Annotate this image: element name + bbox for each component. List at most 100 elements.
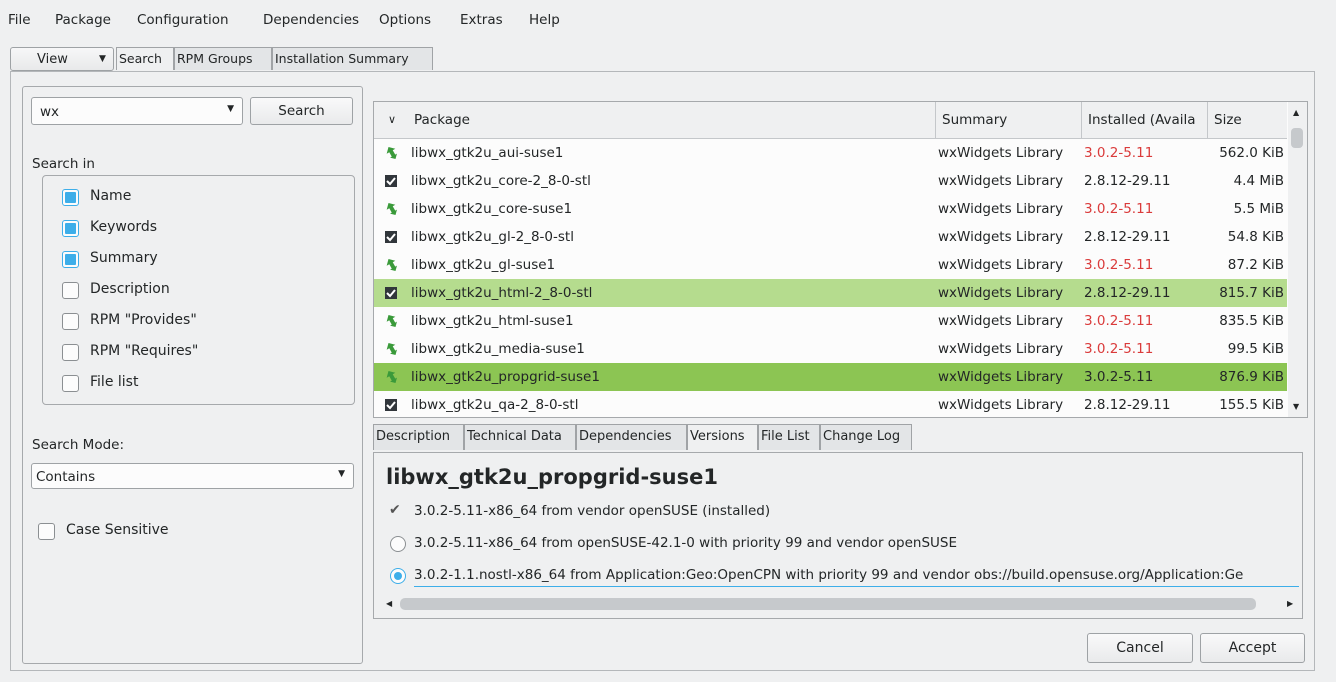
view-button[interactable]: View ▼ <box>10 47 114 71</box>
chevron-down-icon[interactable]: ∨ <box>374 102 408 138</box>
menu-configuration[interactable]: Configuration <box>137 12 229 28</box>
menu-extras[interactable]: Extras <box>460 12 503 28</box>
update-icon[interactable] <box>384 139 404 167</box>
table-row[interactable]: libwx_gtk2u_propgrid-suse1 wxWidgets Libr… <box>374 363 1287 391</box>
size-cell: 99.5 KiB <box>1227 341 1284 357</box>
table-row[interactable]: libwx_gtk2u_gl-2_8-0-stl wxWidgets Librar… <box>374 223 1287 251</box>
search-mode-label: Search Mode: <box>32 437 125 453</box>
accept-button[interactable]: Accept <box>1200 633 1305 663</box>
installed-version-cell: 3.0.2-5.11 <box>1084 201 1154 217</box>
package-name-cell: libwx_gtk2u_core-suse1 <box>411 201 573 217</box>
table-row[interactable]: libwx_gtk2u_gl-suse1 wxWidgets Library 3.0… <box>374 251 1287 279</box>
checkbox-rpm-requires-label: RPM "Requires" <box>90 343 199 359</box>
package-name-cell: libwx_gtk2u_propgrid-suse1 <box>411 369 600 385</box>
column-header-summary[interactable]: Summary <box>935 102 1081 138</box>
installed-version-cell: 3.0.2-5.11 <box>1084 257 1154 273</box>
cancel-button[interactable]: Cancel <box>1087 633 1193 663</box>
package-table: ∨ Package Summary Installed (Availa Size… <box>373 101 1308 418</box>
scroll-up-icon[interactable]: ▲ <box>1293 108 1299 117</box>
table-row[interactable]: libwx_gtk2u_qa-2_8-0-stl wxWidgets Librar… <box>374 391 1287 417</box>
update-icon[interactable] <box>384 195 404 223</box>
chevron-down-icon: ▼ <box>99 54 106 64</box>
installed-version-cell: 3.0.2-5.11 <box>1084 145 1154 161</box>
scroll-right-icon[interactable]: ▶ <box>1287 599 1293 608</box>
installed-version-cell: 3.0.2-5.11 <box>1084 341 1154 357</box>
versions-horizontal-scrollbar[interactable]: ◀ ▶ <box>384 595 1297 615</box>
tab-rpm-groups[interactable]: RPM Groups <box>174 47 272 70</box>
tab-change-log[interactable]: Change Log <box>820 424 912 450</box>
update-icon[interactable] <box>384 363 404 391</box>
table-row[interactable]: libwx_gtk2u_html-suse1 wxWidgets Library 3… <box>374 307 1287 335</box>
tab-installation-summary[interactable]: Installation Summary <box>272 47 433 70</box>
checkbox-keywords[interactable] <box>62 220 79 237</box>
update-icon[interactable] <box>384 251 404 279</box>
table-row[interactable]: libwx_gtk2u_core-suse1 wxWidgets Library 3… <box>374 195 1287 223</box>
table-row[interactable]: libwx_gtk2u_html-2_8-0-stl wxWidgets Libr… <box>374 279 1287 307</box>
column-header-installed[interactable]: Installed (Availa <box>1081 102 1207 138</box>
package-name-cell: libwx_gtk2u_html-suse1 <box>411 313 574 329</box>
menu-bar: File Package Configuration Dependencies … <box>0 0 1336 40</box>
summary-cell: wxWidgets Library <box>938 201 1064 217</box>
size-cell: 835.5 KiB <box>1219 313 1284 329</box>
scrollbar-thumb[interactable] <box>1291 128 1303 148</box>
summary-cell: wxWidgets Library <box>938 369 1064 385</box>
scroll-left-icon[interactable]: ◀ <box>386 599 392 608</box>
tab-versions[interactable]: Versions <box>687 424 758 450</box>
checkbox-rpm-requires[interactable] <box>62 344 79 361</box>
scrollbar-thumb[interactable] <box>400 598 1256 610</box>
version-installed-text: 3.0.2-5.11-x86_64 from vendor openSUSE (… <box>414 503 771 519</box>
size-cell: 876.9 KiB <box>1219 369 1284 385</box>
table-vertical-scrollbar[interactable]: ▲ ▼ <box>1288 102 1307 417</box>
size-cell: 54.8 KiB <box>1227 229 1284 245</box>
size-cell: 155.5 KiB <box>1219 397 1284 413</box>
version-radio-2[interactable] <box>390 536 406 552</box>
package-name-cell: libwx_gtk2u_html-2_8-0-stl <box>411 285 593 301</box>
table-row[interactable]: libwx_gtk2u_media-suse1 wxWidgets Library… <box>374 335 1287 363</box>
tab-search[interactable]: Search <box>116 47 174 70</box>
detail-package-title: libwx_gtk2u_propgrid-suse1 <box>386 465 718 489</box>
size-cell: 5.5 MiB <box>1233 201 1284 217</box>
version-radio-3[interactable] <box>390 568 406 584</box>
installed-version-cell: 2.8.12-29.11 <box>1084 397 1171 413</box>
checkbox-case-sensitive[interactable] <box>38 523 55 540</box>
tab-dependencies[interactable]: Dependencies <box>576 424 687 450</box>
menu-options[interactable]: Options <box>379 12 431 28</box>
update-icon[interactable] <box>384 335 404 363</box>
tab-file-list[interactable]: File List <box>758 424 820 450</box>
search-input[interactable]: wx ▼ <box>31 97 243 125</box>
search-in-label: Search in <box>32 156 95 172</box>
table-row[interactable]: libwx_gtk2u_core-2_8-0-stl wxWidgets Libr… <box>374 167 1287 195</box>
tab-technical-data[interactable]: Technical Data <box>464 424 576 450</box>
checkbox-summary[interactable] <box>62 251 79 268</box>
installed-icon[interactable] <box>384 223 404 251</box>
scroll-down-icon[interactable]: ▼ <box>1293 402 1299 411</box>
search-in-group <box>42 175 355 405</box>
checkbox-description[interactable] <box>62 282 79 299</box>
checkbox-file-list[interactable] <box>62 375 79 392</box>
installed-icon[interactable] <box>384 167 404 195</box>
column-header-package[interactable]: Package <box>408 102 935 138</box>
checkbox-name[interactable] <box>62 189 79 206</box>
summary-cell: wxWidgets Library <box>938 173 1064 189</box>
search-mode-select[interactable]: Contains ▼ <box>31 463 354 489</box>
chevron-down-icon[interactable]: ▼ <box>227 104 234 114</box>
column-header-size[interactable]: Size <box>1207 102 1287 138</box>
installed-icon[interactable] <box>384 279 404 307</box>
installed-version-cell: 2.8.12-29.11 <box>1084 173 1171 189</box>
package-name-cell: libwx_gtk2u_qa-2_8-0-stl <box>411 397 579 413</box>
summary-cell: wxWidgets Library <box>938 397 1064 413</box>
package-name-cell: libwx_gtk2u_core-2_8-0-stl <box>411 173 591 189</box>
update-icon[interactable] <box>384 307 404 335</box>
table-row[interactable]: libwx_gtk2u_aui-suse1 wxWidgets Library 3.… <box>374 139 1287 167</box>
tab-description[interactable]: Description <box>373 424 464 450</box>
checkbox-file-list-label: File list <box>90 374 139 390</box>
package-name-cell: libwx_gtk2u_aui-suse1 <box>411 145 564 161</box>
checkbox-rpm-provides[interactable] <box>62 313 79 330</box>
menu-dependencies[interactable]: Dependencies <box>263 12 359 28</box>
menu-package[interactable]: Package <box>55 12 111 28</box>
search-button[interactable]: Search <box>250 97 353 125</box>
menu-help[interactable]: Help <box>529 12 560 28</box>
menu-file[interactable]: File <box>8 12 31 28</box>
summary-cell: wxWidgets Library <box>938 229 1064 245</box>
installed-icon[interactable] <box>384 391 404 417</box>
